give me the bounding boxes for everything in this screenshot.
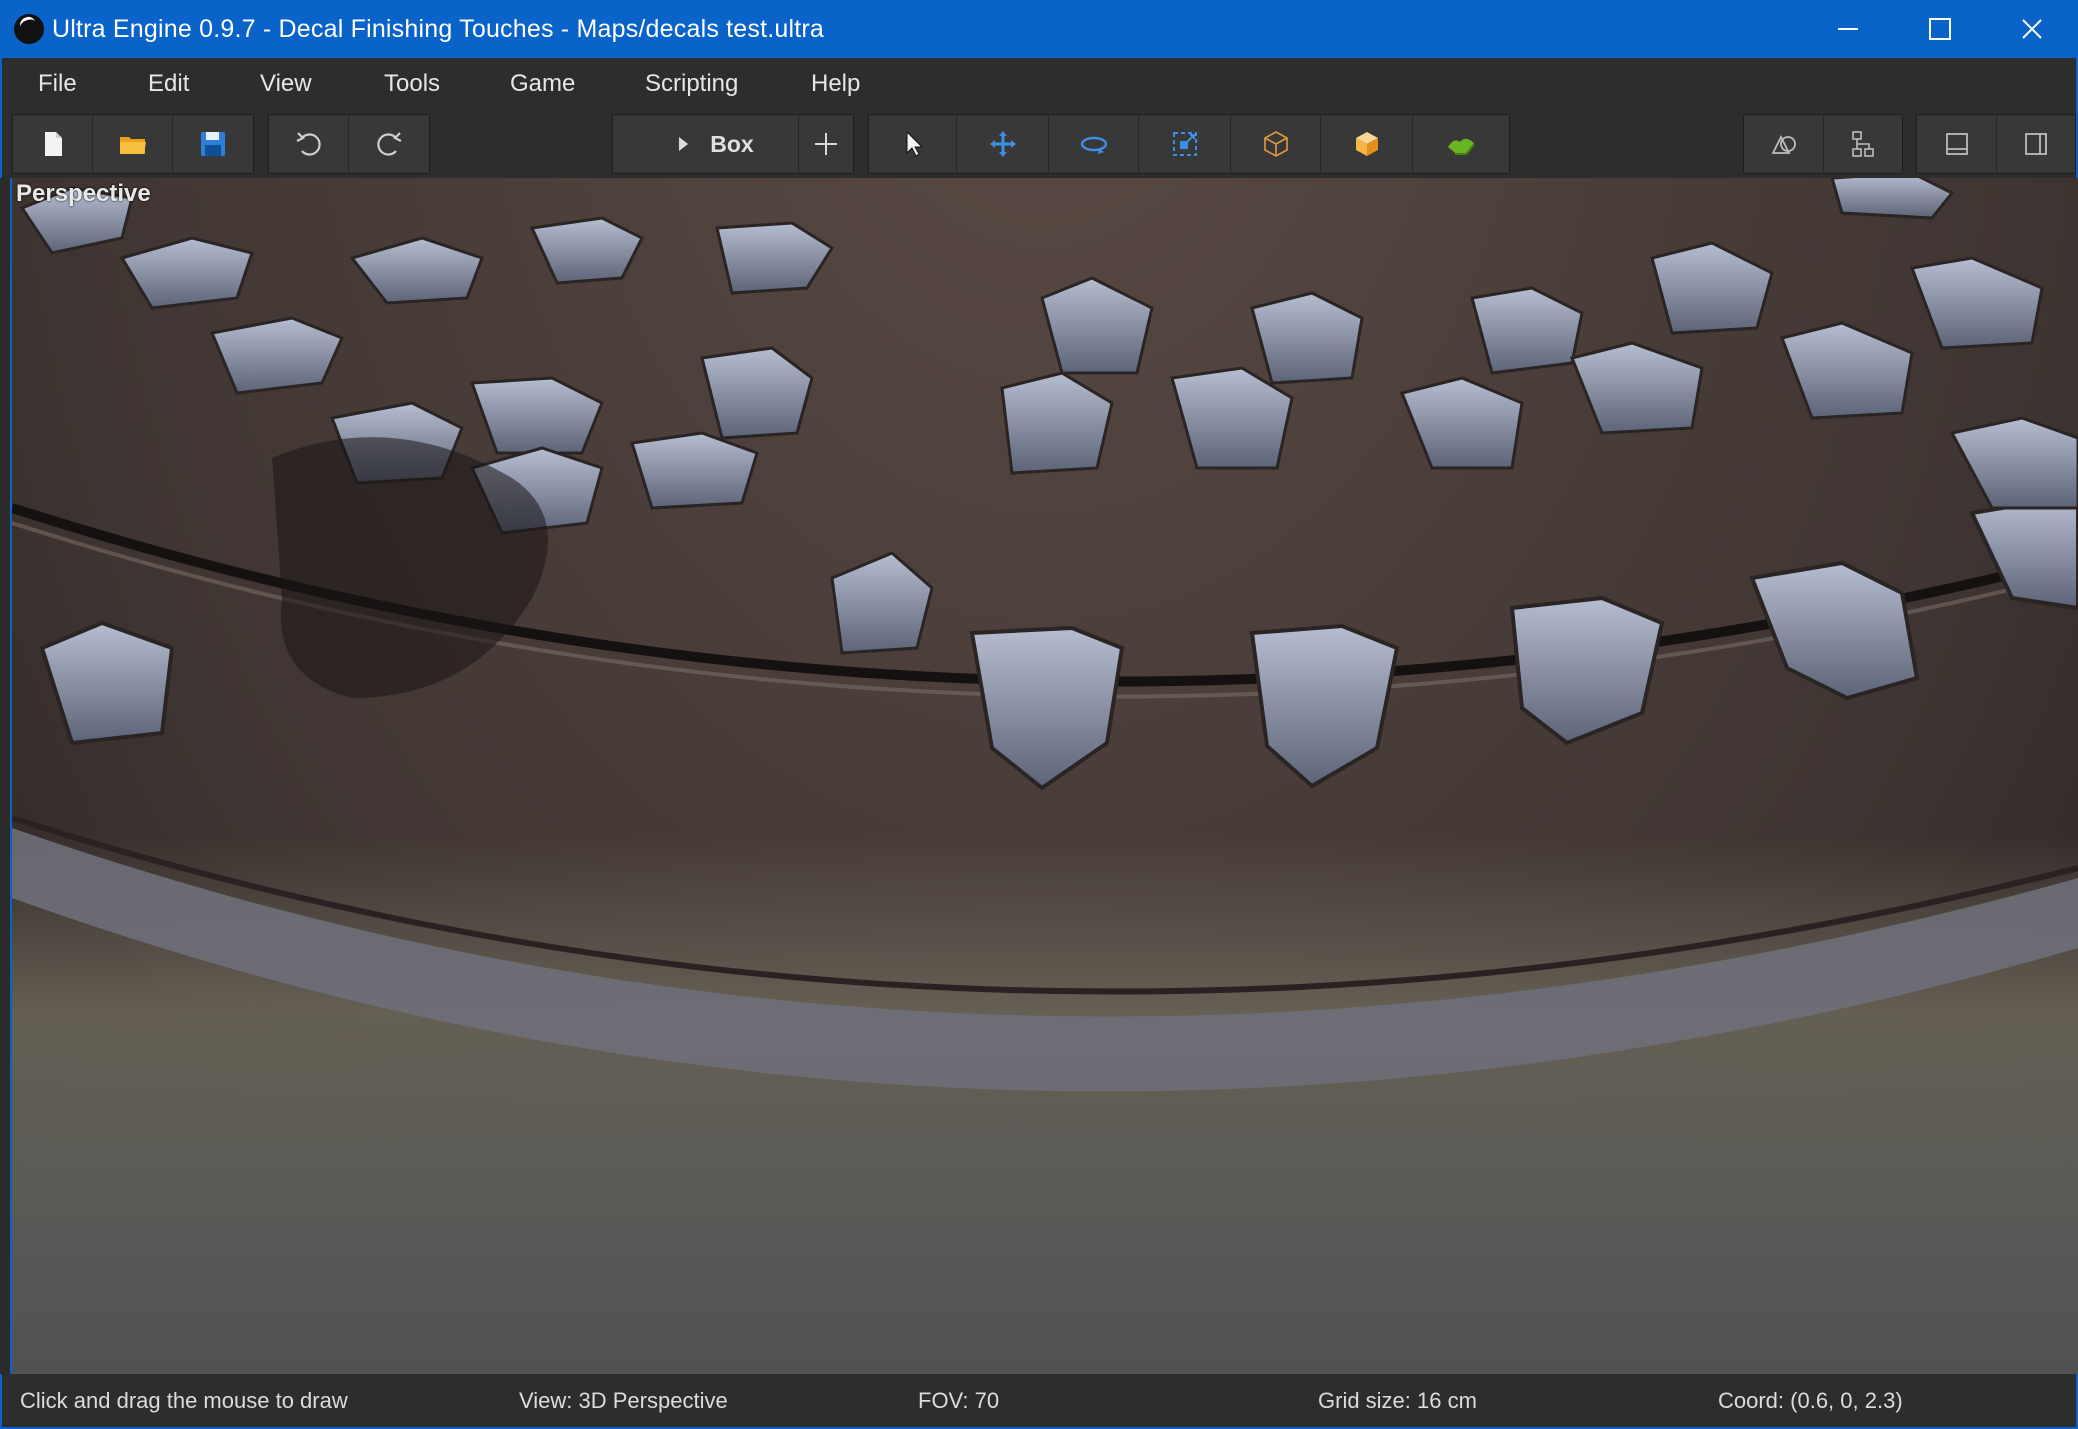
create-tool-group: Box <box>612 114 854 174</box>
manhole-cover-render <box>12 178 2078 1092</box>
terrain-tool-button[interactable] <box>1413 115 1509 173</box>
side-panel-icon <box>2025 133 2047 155</box>
hierarchy-button[interactable] <box>1824 115 1902 173</box>
open-file-button[interactable] <box>93 115 173 173</box>
rotate-icon <box>1080 136 1107 154</box>
save-button[interactable] <box>173 115 253 173</box>
save-icon <box>201 132 225 156</box>
scene-tool-group <box>1743 114 1903 174</box>
scale-icon <box>1172 132 1197 156</box>
close-button[interactable] <box>1986 0 2078 58</box>
wireframe-view-button[interactable] <box>1231 115 1321 173</box>
menu-file[interactable]: File <box>32 70 83 98</box>
menu-tools[interactable]: Tools <box>378 70 446 98</box>
layout-tool-group <box>1916 114 2076 174</box>
status-grid-size: Grid size: 16 cm <box>1318 1388 1477 1413</box>
toggle-bottom-panel-button[interactable] <box>1917 115 1997 173</box>
window-title: Ultra Engine 0.9.7 - Decal Finishing Tou… <box>52 14 825 43</box>
new-file-icon <box>44 132 62 156</box>
primitive-dropdown-label: Box <box>710 130 754 157</box>
status-bar: Click and drag the mouse to draw View: 3… <box>0 1374 2078 1429</box>
menu-scripting[interactable]: Scripting <box>639 70 744 98</box>
redo-icon <box>377 132 402 156</box>
history-tool-group <box>268 114 430 174</box>
undo-icon <box>296 132 321 156</box>
move-tool-button[interactable] <box>957 115 1049 173</box>
menu-game[interactable]: Game <box>504 70 581 98</box>
maximize-button[interactable] <box>1894 0 1986 58</box>
maximize-icon <box>1929 18 1951 40</box>
primitive-dropdown[interactable]: Box <box>613 115 799 173</box>
minimize-icon <box>1838 28 1858 30</box>
hierarchy-icon <box>1852 131 1874 157</box>
wireframe-box-icon <box>1263 131 1288 157</box>
rotate-tool-button[interactable] <box>1049 115 1139 173</box>
new-file-button[interactable] <box>13 115 93 173</box>
title-bar: Ultra Engine 0.9.7 - Decal Finishing Tou… <box>0 0 2078 58</box>
toggle-side-panel-button[interactable] <box>1997 115 2075 173</box>
status-view: View: 3D Perspective <box>519 1388 728 1413</box>
menu-bar: File Edit View Tools Game Scripting Help <box>0 58 2078 110</box>
redo-button[interactable] <box>349 115 429 173</box>
window-controls <box>1802 0 2078 58</box>
minimize-button[interactable] <box>1802 0 1894 58</box>
terrain-icon <box>1448 138 1474 155</box>
solid-box-icon <box>1355 132 1378 156</box>
status-fov: FOV: 70 <box>918 1388 1000 1413</box>
file-tool-group <box>12 114 254 174</box>
move-icon <box>989 131 1016 157</box>
select-tool-button[interactable] <box>869 115 957 173</box>
status-hint: Click and drag the mouse to draw <box>20 1388 348 1413</box>
close-icon <box>2022 19 2042 39</box>
toolbar: Box <box>0 110 2078 178</box>
add-icon <box>815 133 837 155</box>
viewport-label: Perspective <box>16 180 151 207</box>
play-icon <box>679 137 689 151</box>
app-logo-icon <box>14 14 44 44</box>
add-object-button[interactable] <box>799 115 853 173</box>
select-cursor-icon <box>906 130 923 157</box>
menu-help[interactable]: Help <box>805 70 866 98</box>
bottom-panel-icon <box>1945 133 1968 155</box>
menu-edit[interactable]: Edit <box>142 70 195 98</box>
shapes-icon <box>1771 134 1796 154</box>
status-coord: Coord: (0.6, 0, 2.3) <box>1718 1388 1903 1413</box>
3d-viewport[interactable]: Perspective <box>10 178 2078 1374</box>
solid-view-button[interactable] <box>1321 115 1413 173</box>
undo-button[interactable] <box>269 115 349 173</box>
shapes-button[interactable] <box>1744 115 1824 173</box>
transform-tool-group <box>868 114 1510 174</box>
menu-view[interactable]: View <box>254 70 318 98</box>
scale-tool-button[interactable] <box>1139 115 1231 173</box>
open-folder-icon <box>119 137 146 154</box>
